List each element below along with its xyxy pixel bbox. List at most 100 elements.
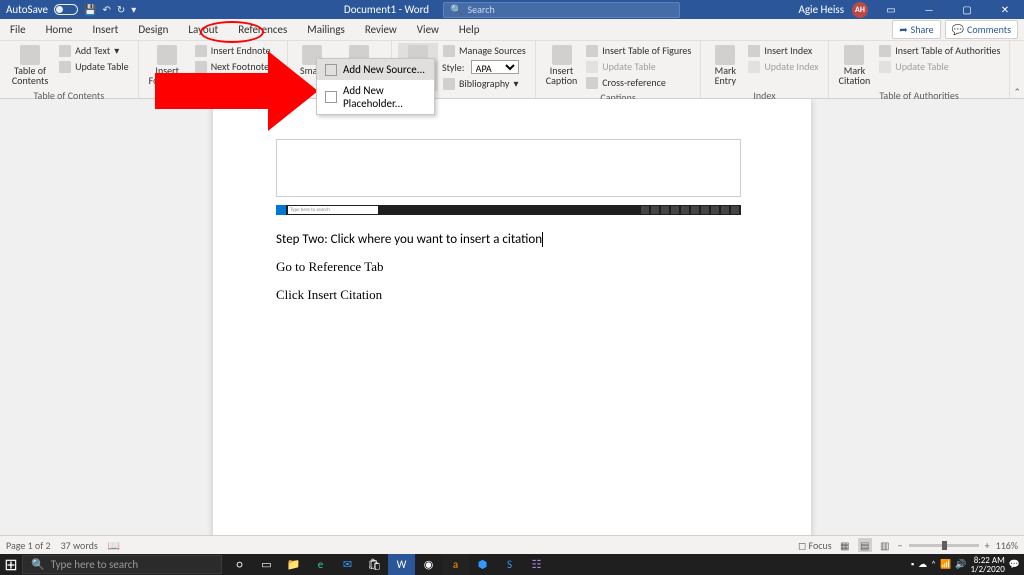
- tray-cloud-icon[interactable]: ☁: [918, 559, 927, 570]
- outlook-icon[interactable]: ✉: [334, 554, 361, 575]
- dropbox-icon[interactable]: ⬢: [469, 554, 496, 575]
- tab-layout[interactable]: Layout: [178, 19, 228, 40]
- comments-icon: 💬: [952, 23, 964, 36]
- insert-index-button[interactable]: Insert Index: [745, 43, 821, 58]
- update-icon: [586, 61, 598, 73]
- document-line-2[interactable]: Go to Reference Tab: [276, 259, 384, 275]
- spellcheck-icon[interactable]: 📖: [108, 539, 120, 552]
- explorer-icon[interactable]: 📁: [280, 554, 307, 575]
- next-footnote-button[interactable]: Next Footnote▾: [192, 59, 281, 74]
- update-index-button[interactable]: Update Index: [745, 59, 821, 74]
- search-icon: 🔍: [31, 558, 45, 571]
- bibliography-button[interactable]: Bibliography▾: [440, 76, 529, 91]
- document-workspace[interactable]: Type here to search Step Two: Click wher…: [0, 99, 1024, 535]
- redo-icon[interactable]: ↻: [117, 3, 125, 16]
- tab-design[interactable]: Design: [128, 19, 178, 40]
- group-toc: Table of Contents Add Text▾ Update Table…: [0, 41, 139, 98]
- toc-button[interactable]: Table of Contents: [6, 43, 54, 88]
- zoom-slider[interactable]: [909, 544, 979, 547]
- close-icon[interactable]: ✕: [990, 0, 1020, 19]
- update-authorities-button[interactable]: Update Table: [876, 59, 1003, 74]
- skype-icon[interactable]: S: [496, 554, 523, 575]
- cortana-icon[interactable]: ○: [226, 554, 253, 575]
- tray-wifi-icon[interactable]: 📶: [940, 559, 951, 570]
- save-icon[interactable]: 💾: [84, 3, 96, 16]
- update-toc-button[interactable]: Update Table: [56, 59, 132, 74]
- teams-icon[interactable]: ☷: [523, 554, 550, 575]
- tab-view[interactable]: View: [407, 19, 449, 40]
- show-notes-button[interactable]: Show Notes: [192, 75, 281, 90]
- word-icon[interactable]: W: [388, 554, 415, 575]
- tray-clock[interactable]: 8:22 AM1/2/2020: [970, 556, 1004, 574]
- tab-mailings[interactable]: Mailings: [297, 19, 355, 40]
- zoom-in-button[interactable]: +: [985, 539, 990, 552]
- insert-caption-button[interactable]: Insert Caption: [542, 43, 581, 90]
- tray-chevron-icon[interactable]: ˄: [931, 559, 936, 570]
- minimize-icon[interactable]: —: [914, 0, 944, 19]
- mark-entry-icon: [715, 45, 735, 65]
- page-indicator[interactable]: Page 1 of 2: [6, 539, 51, 552]
- print-layout-icon[interactable]: ▤: [858, 538, 872, 552]
- tray-volume-icon[interactable]: 🔊: [955, 559, 966, 570]
- zoom-level[interactable]: 116%: [996, 539, 1018, 552]
- tab-review[interactable]: Review: [355, 19, 407, 40]
- qat-dropdown-icon[interactable]: ▾: [131, 3, 136, 16]
- edge-icon[interactable]: e: [307, 554, 334, 575]
- embedded-search-box: Type here to search: [288, 206, 378, 214]
- chrome-icon[interactable]: ◉: [415, 554, 442, 575]
- add-source-icon: [325, 64, 337, 76]
- ribbon-display-icon[interactable]: ▭: [876, 0, 906, 19]
- citation-style-select[interactable]: Style: APA: [440, 59, 529, 75]
- document-page[interactable]: Type here to search Step Two: Click wher…: [213, 99, 811, 535]
- amazon-icon[interactable]: a: [442, 554, 469, 575]
- windows-taskbar: ⊞ 🔍 Type here to search ○ ▭ 📁 e ✉ 🛍 W ◉ …: [0, 554, 1024, 575]
- add-new-source-item[interactable]: Add New Source...: [317, 59, 434, 80]
- comments-button[interactable]: 💬Comments: [945, 20, 1018, 39]
- mark-citation-icon: [844, 45, 864, 65]
- undo-icon[interactable]: ↶: [102, 3, 110, 16]
- tab-insert[interactable]: Insert: [83, 19, 129, 40]
- zoom-out-button[interactable]: −: [898, 539, 903, 552]
- title-search-box[interactable]: 🔍 Search: [443, 2, 680, 18]
- insert-index-icon: [748, 45, 760, 57]
- word-count[interactable]: 37 words: [61, 539, 98, 552]
- document-line-1[interactable]: Step Two: Click where you want to insert…: [276, 231, 543, 247]
- avatar[interactable]: AH: [852, 2, 868, 18]
- embedded-screenshot: Type here to search: [276, 139, 741, 215]
- tab-home[interactable]: Home: [36, 19, 83, 40]
- insert-footnote-button[interactable]: Insert Footnote: [145, 43, 190, 90]
- update-icon: [59, 61, 71, 73]
- mark-entry-button[interactable]: Mark Entry: [707, 43, 743, 88]
- insert-figures-table-button[interactable]: Insert Table of Figures: [583, 43, 694, 58]
- figures-icon: [586, 45, 598, 57]
- tab-file[interactable]: File: [0, 19, 36, 40]
- focus-mode-button[interactable]: ◻ Focus: [798, 539, 832, 552]
- cross-reference-button[interactable]: Cross-reference: [583, 75, 694, 90]
- windows-search-box[interactable]: 🔍 Type here to search: [22, 555, 222, 574]
- tab-references[interactable]: References: [228, 19, 297, 40]
- store-icon[interactable]: 🛍: [361, 554, 388, 575]
- ribbon: Table of Contents Add Text▾ Update Table…: [0, 41, 1024, 99]
- manage-sources-button[interactable]: Manage Sources: [440, 43, 529, 58]
- read-mode-icon[interactable]: ▦: [838, 538, 852, 552]
- maximize-icon[interactable]: ▢: [952, 0, 982, 19]
- update-figures-button[interactable]: Update Table: [583, 59, 694, 74]
- autosave-toggle[interactable]: [54, 4, 78, 15]
- authorities-icon: [879, 45, 891, 57]
- task-view-icon[interactable]: ▭: [253, 554, 280, 575]
- tab-help[interactable]: Help: [449, 19, 490, 40]
- web-layout-icon[interactable]: ▥: [878, 538, 892, 552]
- footnote-icon: [157, 45, 177, 65]
- insert-endnote-button[interactable]: Insert Endnote: [192, 43, 281, 58]
- add-new-placeholder-item[interactable]: Add New Placeholder...: [317, 80, 434, 114]
- collapse-ribbon-icon[interactable]: ⌃: [1010, 41, 1024, 98]
- mark-citation-button[interactable]: Mark Citation: [835, 43, 875, 88]
- tray-notifications-icon[interactable]: 💬: [1009, 559, 1020, 570]
- add-text-button[interactable]: Add Text▾: [56, 43, 132, 58]
- tray-app-icon[interactable]: ▪: [911, 559, 914, 570]
- update-icon: [748, 61, 760, 73]
- start-button[interactable]: ⊞: [0, 554, 22, 575]
- share-button[interactable]: ➦Share: [892, 20, 940, 39]
- document-line-3[interactable]: Click Insert Citation: [276, 287, 382, 303]
- insert-authorities-button[interactable]: Insert Table of Authorities: [876, 43, 1003, 58]
